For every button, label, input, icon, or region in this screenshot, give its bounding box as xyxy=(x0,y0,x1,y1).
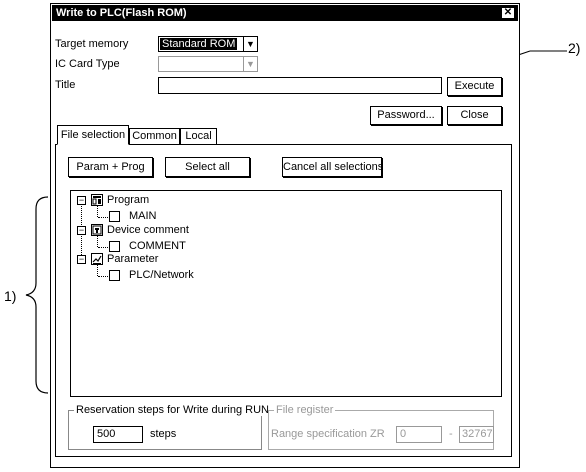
close-button[interactable]: Close xyxy=(447,106,502,125)
target-memory-value: Standard ROM xyxy=(160,38,238,50)
tree-node-comment[interactable]: COMMENT xyxy=(129,240,186,253)
target-memory-select[interactable]: Standard ROM ▼ xyxy=(158,36,258,52)
tree-node-device-comment[interactable]: Device comment xyxy=(107,224,189,237)
range-from-input[interactable]: 0 xyxy=(396,426,442,443)
tree-connector xyxy=(98,247,108,248)
collapse-icon[interactable]: − xyxy=(77,255,86,264)
password-button[interactable]: Password... xyxy=(370,106,442,125)
range-separator: - xyxy=(449,428,453,440)
device-comment-icon xyxy=(91,224,103,236)
tree-node-program[interactable]: Program xyxy=(107,194,149,207)
param-prog-button[interactable]: Param + Prog xyxy=(68,157,153,177)
tab-file-selection[interactable]: File selection xyxy=(57,125,129,145)
ic-card-type-value xyxy=(160,58,164,70)
reservation-steps-label: Reservation steps for Write during RUN xyxy=(74,404,271,416)
file-register-label: File register xyxy=(274,404,336,416)
tab-local[interactable]: Local xyxy=(180,128,217,144)
callout-1-label: 1) xyxy=(4,288,17,304)
range-specification-label: Range specification ZR xyxy=(271,428,385,440)
chevron-down-icon[interactable]: ▼ xyxy=(243,37,257,51)
dialog-title: Write to PLC(Flash ROM) xyxy=(52,5,518,21)
steps-unit-label: steps xyxy=(150,428,177,440)
tree-connector xyxy=(97,265,98,276)
tree-node-main[interactable]: MAIN xyxy=(129,210,157,223)
parameter-icon xyxy=(91,253,103,265)
comment-checkbox[interactable] xyxy=(109,241,120,252)
select-all-button[interactable]: Select all xyxy=(165,157,250,177)
collapse-icon[interactable]: − xyxy=(77,196,86,205)
close-icon[interactable]: ✕ xyxy=(501,7,515,19)
tree-connector xyxy=(98,276,108,277)
range-to-input[interactable]: 32767 xyxy=(459,426,494,443)
tree-node-parameter[interactable]: Parameter xyxy=(107,253,158,266)
tree-connector xyxy=(98,217,108,218)
tab-common[interactable]: Common xyxy=(129,128,180,144)
title-label: Title xyxy=(55,79,76,91)
tree-connector xyxy=(97,236,98,247)
execute-button[interactable]: Execute xyxy=(447,77,502,96)
ic-card-type-select[interactable]: ▼ xyxy=(158,56,258,72)
tree-connector xyxy=(97,206,98,217)
collapse-icon[interactable]: − xyxy=(77,226,86,235)
callout-1-brace xyxy=(25,196,49,394)
reservation-steps-input[interactable]: 500 xyxy=(93,426,143,443)
plc-network-checkbox[interactable] xyxy=(109,270,120,281)
target-memory-label: Target memory xyxy=(55,38,129,50)
main-checkbox[interactable] xyxy=(109,211,120,222)
ic-card-type-label: IC Card Type xyxy=(55,58,120,70)
program-icon xyxy=(91,194,103,206)
chevron-down-icon[interactable]: ▼ xyxy=(243,57,257,71)
cancel-all-selections-button[interactable]: Cancel all selections xyxy=(282,157,383,177)
tree-node-plc-network[interactable]: PLC/Network xyxy=(129,269,194,282)
title-input[interactable] xyxy=(158,77,442,94)
